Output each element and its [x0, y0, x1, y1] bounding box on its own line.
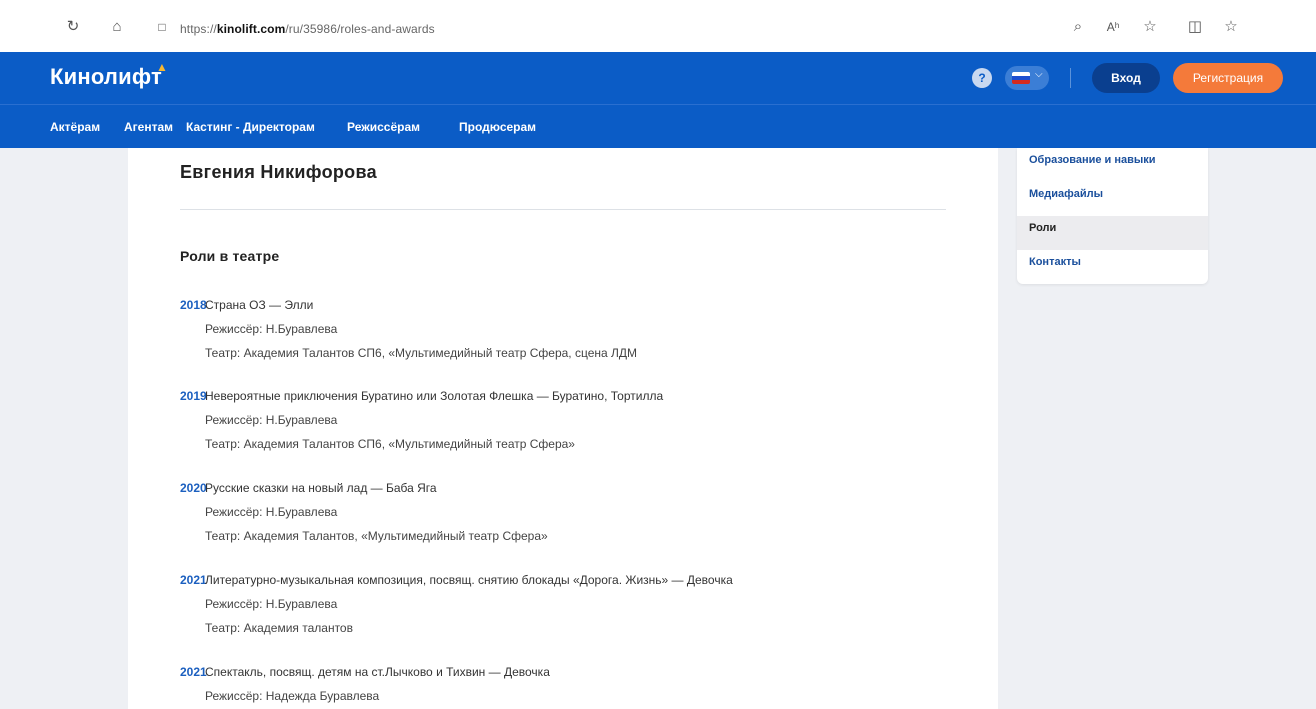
kinolift-logo[interactable]: Кинолифт▲ — [50, 60, 168, 90]
list-item: 2021Литературно-музыкальная композиция, … — [180, 573, 733, 645]
role-director: Режиссёр: Н.Буравлева — [205, 597, 338, 611]
favorite-star-icon[interactable]: ☆ — [1141, 18, 1159, 36]
nav-item-actors[interactable]: Актёрам — [50, 120, 100, 134]
role-director: Режиссёр: Н.Буравлева — [205, 505, 338, 519]
list-item: 2021Спектакль, посвящ. детям на ст.Лычко… — [180, 665, 550, 709]
browser-toolbar: ↻ ⌂ □ https://kinolift.com/ru/35986/role… — [0, 0, 1316, 52]
list-item: 2019Невероятные приключения Буратино или… — [180, 389, 663, 461]
side-menu-item-contacts[interactable]: Контакты — [1017, 250, 1208, 284]
language-selector[interactable]: ⌵ — [1005, 66, 1049, 90]
help-button[interactable]: ? — [972, 68, 992, 88]
profile-side-menu: Образование и навыки Медиафайлы Роли Кон… — [1017, 148, 1208, 284]
home-icon[interactable]: ⌂ — [108, 18, 126, 36]
nav-item-casting-directors[interactable]: Кастинг - Директорам — [186, 120, 315, 134]
read-aloud-icon[interactable]: Aʰ — [1104, 18, 1122, 36]
role-year: 2021 — [180, 665, 207, 679]
role-theatre: Театр: Академия Талантов СП6, «Мультимед… — [205, 346, 638, 360]
role-title: Страна ОЗ — Элли — [205, 298, 314, 312]
side-menu-item-media[interactable]: Медиафайлы — [1017, 182, 1208, 216]
url-path: /ru/35986/roles-and-awards — [285, 22, 435, 36]
list-item: 2018Страна ОЗ — Элли Режиссёр: Н.Буравле… — [180, 298, 637, 370]
site-header: Кинолифт▲ ? ⌵ Вход Регистрация — [0, 52, 1316, 104]
logo-arrow-icon: ▲ — [155, 60, 169, 74]
chevron-down-icon: ⌵ — [1035, 69, 1043, 80]
nav-item-producers[interactable]: Продюсерам — [459, 120, 536, 134]
role-year: 2020 — [180, 481, 207, 495]
side-menu-item-roles[interactable]: Роли — [1017, 216, 1208, 250]
nav-item-directors[interactable]: Режиссёрам — [347, 120, 420, 134]
list-item: 2020Русские сказки на новый лад — Баба Я… — [180, 481, 548, 553]
register-button[interactable]: Регистрация — [1173, 63, 1283, 93]
main-nav: Актёрам Агентам Кастинг - Директорам Реж… — [0, 104, 1316, 148]
section-title: Роли в театре — [180, 248, 280, 264]
split-screen-icon[interactable]: ◫ — [1186, 18, 1204, 36]
role-director: Режиссёр: Н.Буравлева — [205, 322, 338, 336]
role-year: 2019 — [180, 389, 207, 403]
url-prefix: https:// — [180, 22, 217, 36]
role-director: Режиссёр: Н.Буравлева — [205, 413, 338, 427]
role-director: Режиссёр: Надежда Буравлева — [205, 689, 380, 703]
divider — [180, 209, 946, 210]
logo-text: Кинолифт — [50, 64, 162, 89]
address-bar[interactable]: https://kinolift.com/ru/35986/roles-and-… — [180, 22, 435, 36]
role-theatre: Театр: Академия Талантов, «Мультимедийны… — [205, 529, 548, 543]
page-info-icon[interactable]: □ — [153, 18, 171, 36]
role-title: Литературно-музыкальная композиция, посв… — [205, 573, 733, 587]
refresh-icon[interactable]: ↻ — [64, 18, 82, 36]
header-divider — [1070, 68, 1071, 88]
zoom-icon[interactable]: ⌕ — [1069, 18, 1087, 36]
login-button[interactable]: Вход — [1092, 63, 1160, 93]
role-title: Невероятные приключения Буратино или Зол… — [205, 389, 664, 403]
nav-item-agents[interactable]: Агентам — [124, 120, 173, 134]
side-menu-item-education[interactable]: Образование и навыки — [1017, 148, 1208, 182]
profile-card: Евгения Никифорова Роли в театре 2018Стр… — [128, 148, 998, 709]
role-title: Русские сказки на новый лад — Баба Яга — [205, 481, 437, 495]
favorites-list-icon[interactable]: ☆ — [1222, 18, 1240, 36]
role-theatre: Театр: Академия Талантов СП6, «Мультимед… — [205, 437, 575, 451]
role-title: Спектакль, посвящ. детям на ст.Лычково и… — [205, 665, 550, 679]
role-theatre: Театр: Академия талантов — [205, 621, 353, 635]
url-domain: kinolift.com — [216, 22, 286, 36]
page-title: Евгения Никифорова — [180, 162, 377, 182]
russia-flag-icon — [1012, 72, 1030, 84]
role-year: 2021 — [180, 573, 207, 587]
role-year: 2018 — [180, 298, 207, 312]
